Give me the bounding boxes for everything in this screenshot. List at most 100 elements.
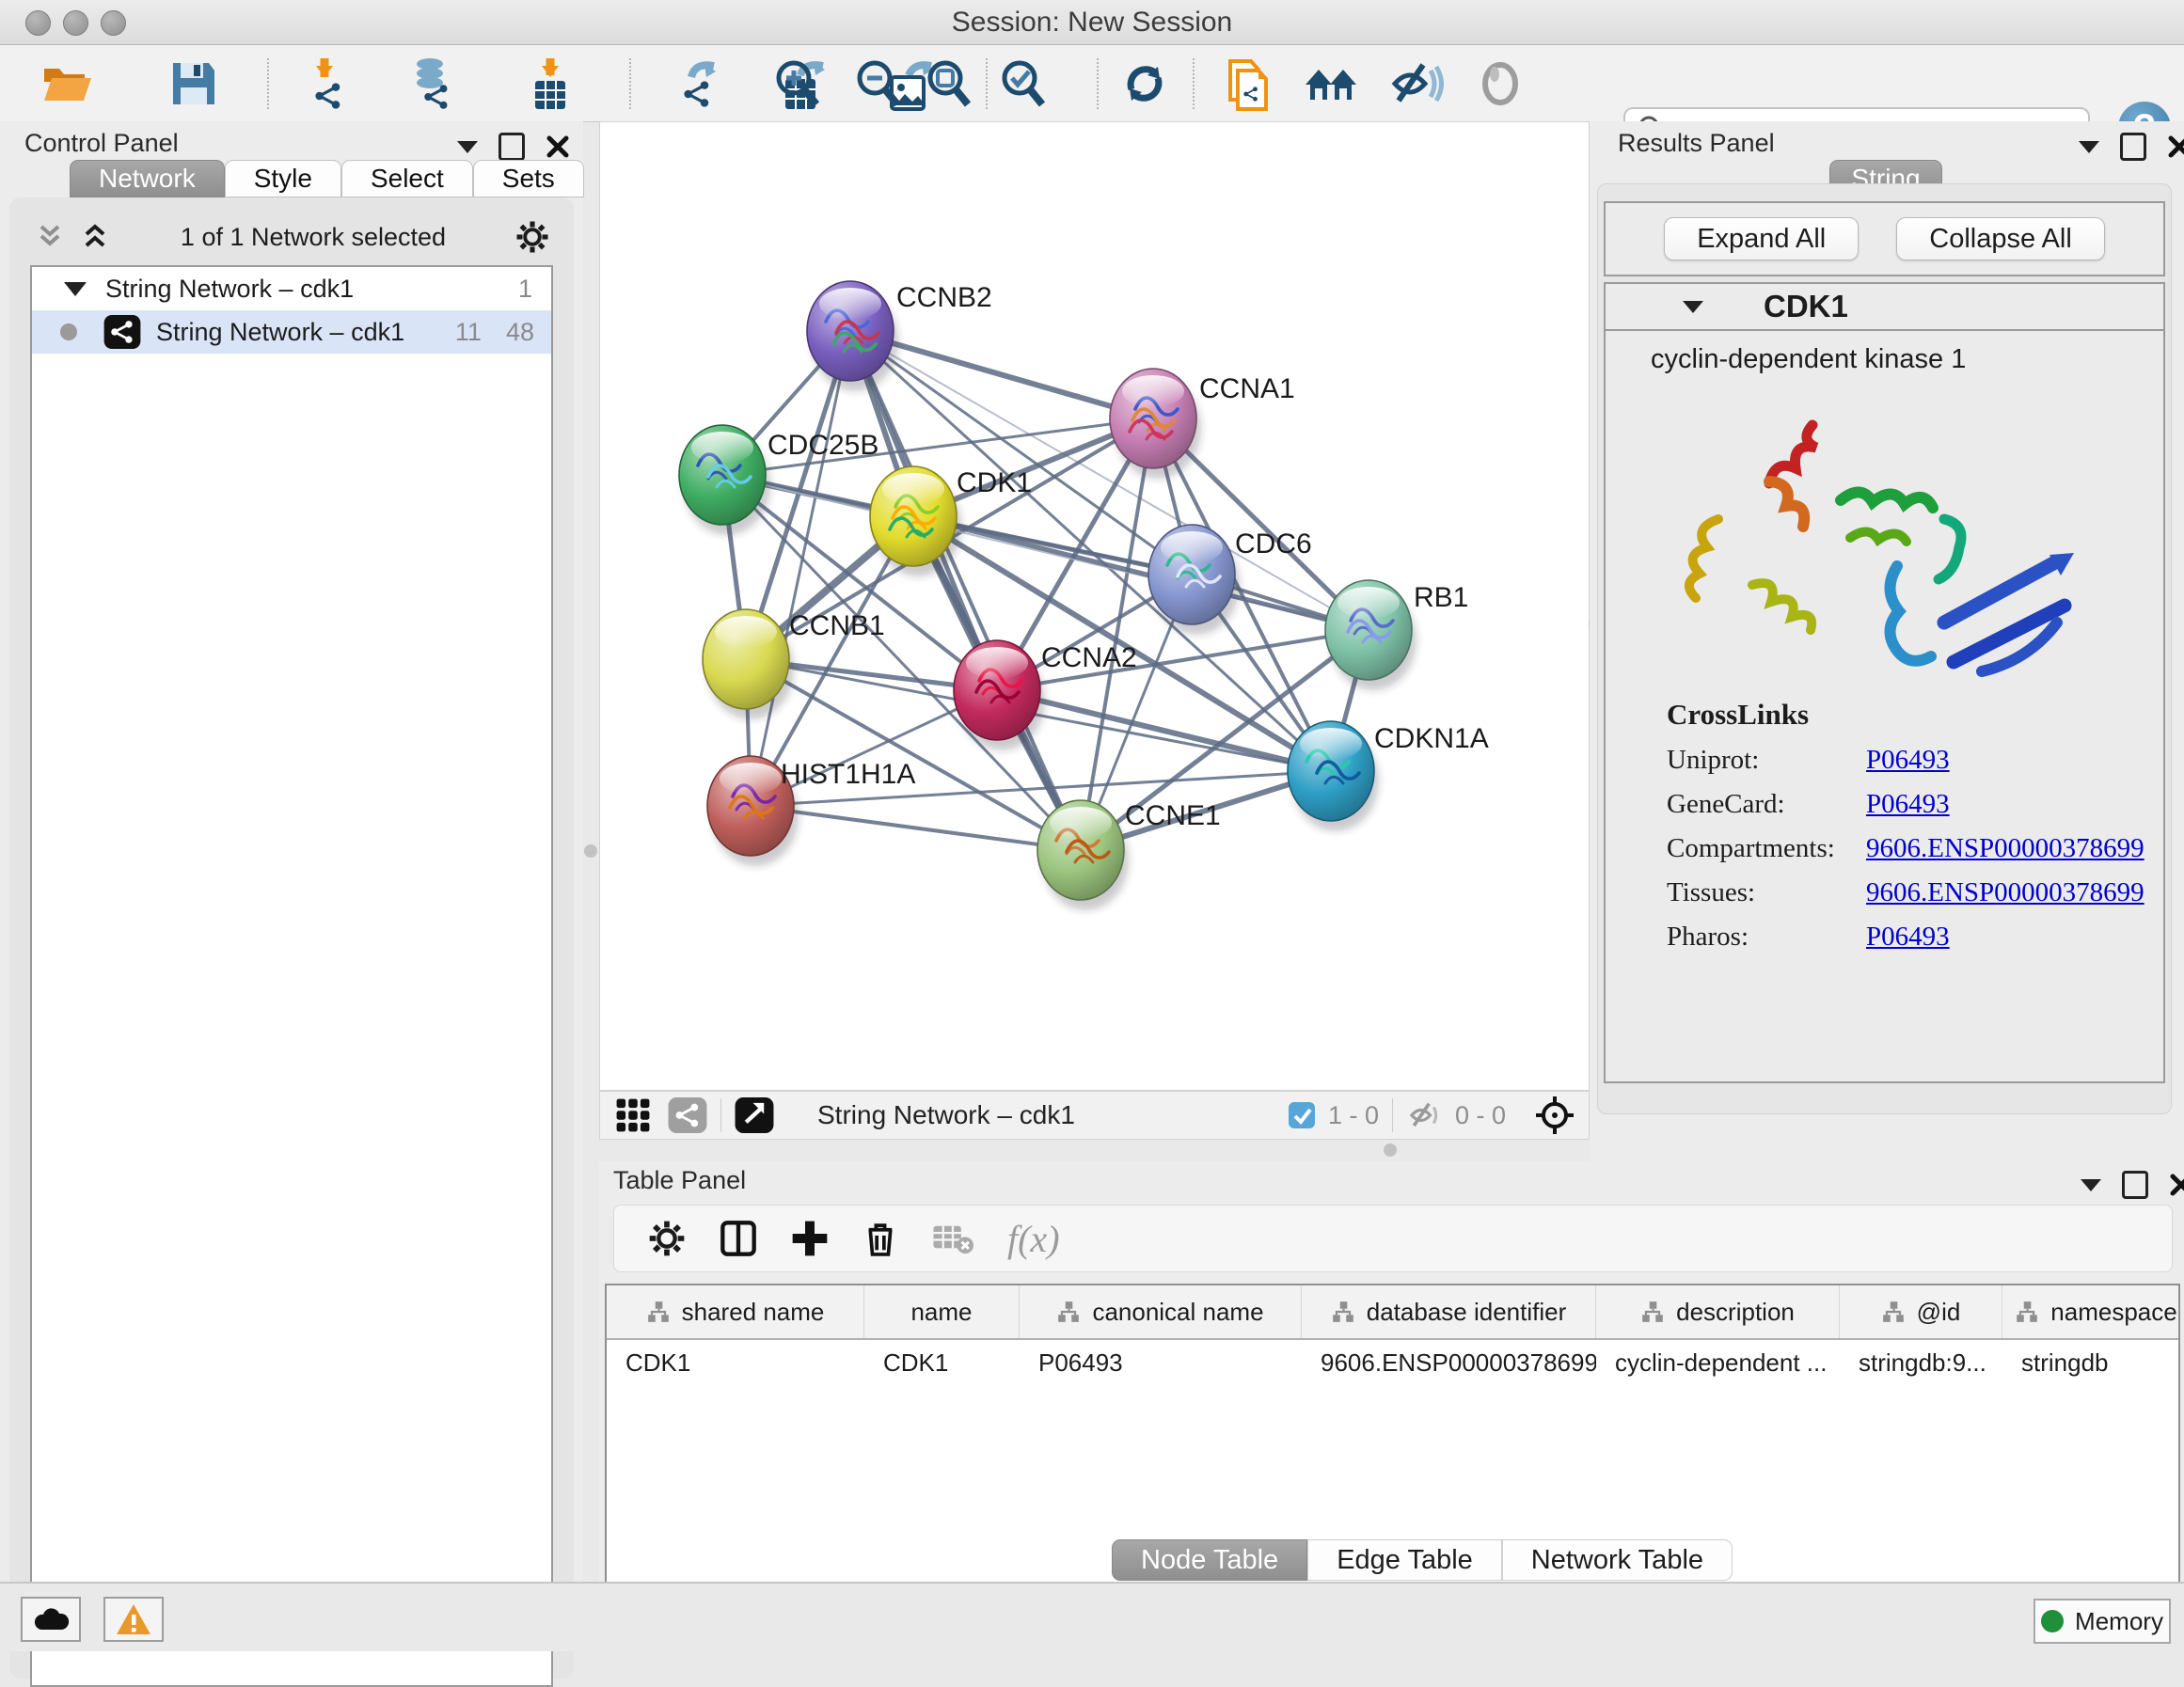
panel-menu-icon[interactable] [457, 141, 478, 153]
crosslink-link[interactable]: P06493 [1866, 922, 1950, 953]
window-title: Session: New Session [0, 7, 2184, 39]
refresh-icon[interactable] [1116, 56, 1173, 111]
open-session-icon[interactable] [39, 56, 95, 111]
selected-checkbox-icon[interactable] [1287, 1100, 1317, 1130]
network-node-CDC25B[interactable] [679, 425, 770, 535]
column-header-description[interactable]: description [1596, 1285, 1840, 1338]
network-node-RB1[interactable] [1325, 580, 1416, 690]
collapse-all-icon[interactable] [34, 223, 66, 251]
memory-button[interactable]: Memory [2034, 1599, 2171, 1644]
tab-node-table[interactable]: Node Table [1112, 1539, 1307, 1581]
close-panel-icon[interactable] [2167, 134, 2184, 159]
import-network-from-database-icon[interactable] [404, 56, 460, 111]
crosslink-label: Tissues: [1667, 877, 1866, 908]
network-node-CCNE1[interactable] [1037, 800, 1129, 910]
tab-sets[interactable]: Sets [473, 160, 584, 197]
grid-view-icon[interactable] [615, 1097, 651, 1133]
title-bar: Session: New Session [0, 0, 2184, 45]
zoom-out-icon[interactable] [850, 56, 907, 111]
network-thumbnail-icon[interactable] [668, 1097, 707, 1133]
zoom-in-icon[interactable] [769, 56, 826, 111]
function-builder-icon: f(x) [1007, 1217, 1060, 1261]
column-header-name[interactable]: name [864, 1285, 1020, 1338]
control-panel-title: Control Panel [24, 129, 179, 158]
warnings-button[interactable] [103, 1597, 164, 1642]
network-status-dot-icon [60, 323, 77, 340]
left-splitter-handle[interactable] [584, 844, 597, 858]
panel-menu-icon[interactable] [2081, 1179, 2101, 1191]
expand-all-icon[interactable] [79, 223, 111, 251]
save-session-icon[interactable] [166, 56, 222, 111]
table-panel-splitter[interactable] [599, 1140, 1590, 1161]
tab-edge-table[interactable]: Edge Table [1307, 1539, 1502, 1581]
home-icon[interactable] [1304, 56, 1360, 111]
table-panel-title: Table Panel [613, 1166, 746, 1195]
show-columns-icon[interactable] [720, 1220, 757, 1257]
crosslink-link[interactable]: P06493 [1866, 789, 1950, 820]
close-panel-icon[interactable] [2169, 1173, 2184, 1197]
entry-description: cyclin-dependent kinase 1 [1606, 331, 2163, 375]
node-label-CDC25B: CDC25B [768, 430, 878, 461]
column-header--id[interactable]: @id [1840, 1285, 2002, 1338]
tab-network-table[interactable]: Network Table [1502, 1539, 1733, 1581]
float-panel-icon[interactable] [2120, 133, 2146, 161]
column-type-fork-icon [1056, 1300, 1081, 1324]
crosslink-link[interactable]: P06493 [1866, 745, 1950, 776]
hide-unhide-icon[interactable] [1388, 56, 1445, 111]
reset-view-crosshair-icon[interactable] [1534, 1095, 1575, 1136]
float-panel-icon[interactable] [499, 133, 525, 161]
tab-network[interactable]: Network [70, 160, 225, 197]
hidden-eye-icon [1406, 1100, 1444, 1130]
add-column-icon[interactable] [791, 1220, 829, 1257]
table-cell: P06493 [1020, 1348, 1302, 1378]
export-network-icon[interactable] [671, 56, 727, 111]
tab-select[interactable]: Select [341, 160, 473, 197]
cloud-icon [32, 1605, 70, 1633]
table-row[interactable]: CDK1CDK1P064939606.ENSP00000378699cyclin… [607, 1340, 2178, 1385]
network-node-CDKN1A[interactable] [1288, 721, 1379, 831]
network-row[interactable]: String Network – cdk1 11 48 [32, 310, 551, 354]
show-graphics-details-icon[interactable] [1472, 56, 1528, 111]
float-panel-icon[interactable] [2122, 1171, 2148, 1199]
network-options-gear-icon[interactable] [515, 220, 549, 254]
crosslink-link[interactable]: 9606.ENSP00000378699 [1866, 877, 2144, 908]
network-node-CCNA2[interactable] [954, 640, 1045, 750]
import-network-icon[interactable] [300, 56, 356, 111]
network-edge-CCNB2-HIST1H1A[interactable] [751, 331, 850, 806]
network-node-CCNA1[interactable] [1110, 369, 1201, 479]
network-collection-row[interactable]: String Network – cdk1 1 [32, 267, 551, 310]
column-header-shared-name[interactable]: shared name [607, 1285, 864, 1338]
tab-style[interactable]: Style [225, 160, 341, 197]
network-node-CCNB2[interactable] [807, 281, 898, 391]
column-header-namespace[interactable]: namespace [2002, 1285, 2180, 1338]
delete-table-icon [932, 1222, 973, 1255]
network-canvas[interactable]: CCNB2CCNA1CDC25BCDK1CDC6RB1CCNB1CCNA2CDK… [599, 121, 1590, 1091]
node-label-CDK1: CDK1 [957, 467, 1032, 498]
close-panel-icon[interactable] [546, 134, 570, 159]
column-type-fork-icon [646, 1300, 671, 1324]
column-header-database-identifier[interactable]: database identifier [1302, 1285, 1596, 1338]
panel-menu-icon[interactable] [2079, 141, 2099, 153]
zoom-selected-icon[interactable] [995, 56, 1052, 111]
node-label-HIST1H1A: HIST1H1A [781, 759, 915, 790]
network-list: String Network – cdk1 1 String Network –… [30, 265, 553, 1687]
network-view-toolbar: String Network – cdk1 1 - 0 0 - 0 [599, 1091, 1590, 1140]
network-edge-CCNE1-HIST1H1A[interactable] [751, 806, 1081, 850]
crosslink-link[interactable]: 9606.ENSP00000378699 [1866, 833, 2144, 864]
collapse-all-button[interactable]: Collapse All [1896, 217, 2105, 260]
network-edge-count: 48 [506, 318, 534, 347]
expand-all-button[interactable]: Expand All [1664, 217, 1859, 260]
copy-network-icon[interactable] [1221, 56, 1277, 111]
network-node-CDK1[interactable] [870, 466, 961, 576]
control-panel: Control Panel NetworkStyleSelectSets 1 o… [0, 121, 583, 1582]
birds-eye-view-icon[interactable] [735, 1097, 774, 1133]
collection-expander-icon[interactable] [64, 282, 87, 296]
zoom-fit-icon[interactable] [921, 56, 977, 111]
cloud-status-button[interactable] [21, 1597, 81, 1642]
import-table-icon[interactable] [522, 56, 578, 111]
table-options-gear-icon[interactable] [648, 1220, 686, 1257]
network-view-name: String Network – cdk1 [817, 1100, 1075, 1130]
column-header-canonical-name[interactable]: canonical name [1020, 1285, 1302, 1338]
entry-expander-icon[interactable] [1683, 301, 1703, 313]
delete-column-icon[interactable] [863, 1220, 898, 1257]
